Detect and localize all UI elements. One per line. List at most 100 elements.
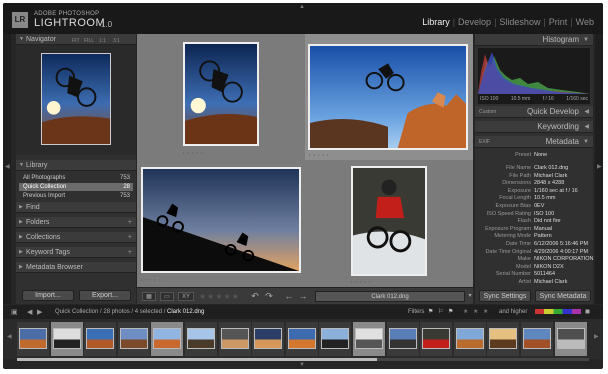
top-panel-toggle-icon[interactable]: ▲ <box>299 4 305 10</box>
compare-view-icon[interactable]: XY <box>178 292 194 301</box>
find-header[interactable]: ▶ Find <box>16 202 136 213</box>
filmstrip-cell[interactable] <box>84 322 117 356</box>
filmstrip-thumbnail[interactable] <box>119 328 148 349</box>
left-collapse-icon[interactable]: ◀ <box>5 164 10 170</box>
filmstrip-thumbnail[interactable] <box>19 328 47 349</box>
rating-dots-icon[interactable]: • • • • • <box>309 152 329 157</box>
filmstrip-thumbnail[interactable] <box>220 328 249 349</box>
grid-thumbnail[interactable] <box>141 167 301 273</box>
histogram-header[interactable]: Histogram ▼ <box>475 34 593 46</box>
library-item-quick-collection[interactable]: Quick Collection 28 <box>19 183 133 191</box>
previous-photo-icon[interactable]: ← <box>283 292 295 301</box>
library-header[interactable]: ▼ Library <box>16 160 136 171</box>
filmstrip-thumbnail[interactable] <box>523 328 551 349</box>
quick-develop-preset[interactable]: Custom <box>479 106 496 118</box>
filmstrip-thumbnail[interactable] <box>422 328 451 349</box>
filmstrip-thumbnail[interactable] <box>254 328 283 349</box>
filmstrip-cell[interactable] <box>252 322 285 356</box>
filmstrip-cell-selected[interactable] <box>151 322 184 356</box>
loupe-view-icon[interactable]: ▭ <box>160 292 174 301</box>
rating-stars[interactable]: ★★★★★ <box>199 292 240 301</box>
module-web[interactable]: Web <box>573 17 597 27</box>
rating-dots-icon[interactable]: • • • • • <box>351 279 371 284</box>
filmstrip-cell[interactable] <box>185 322 217 356</box>
filmstrip-thumbnail[interactable] <box>287 328 316 349</box>
filmstrip-thumbnail[interactable] <box>153 328 182 349</box>
flag-filter-icon[interactable]: ⚑ <box>428 308 433 315</box>
filmstrip-cell[interactable] <box>285 322 318 356</box>
filmstrip-thumbnail[interactable] <box>52 328 81 349</box>
filmstrip-cell[interactable] <box>386 322 419 356</box>
filmstrip-cell-selected[interactable] <box>50 322 83 356</box>
filmstrip-cell[interactable] <box>17 322 49 356</box>
navigator-preview[interactable] <box>16 45 136 155</box>
filmstrip-thumbnail[interactable] <box>556 328 585 349</box>
metadata-value[interactable]: None <box>534 151 547 159</box>
next-photo-icon[interactable]: → <box>297 292 309 301</box>
filmstrip-cell-selected[interactable] <box>353 322 385 356</box>
keyword-tags-header[interactable]: ▶ Keyword Tags + <box>16 247 136 258</box>
filmstrip-cell[interactable] <box>420 322 453 356</box>
star-filter-icon[interactable]: ★ <box>473 308 478 315</box>
filmstrip-cell[interactable] <box>218 322 251 356</box>
rejected-filter-icon[interactable]: ⚑ <box>448 308 453 315</box>
star-filter-icon[interactable]: ★ <box>463 308 468 315</box>
filmstrip-cell[interactable] <box>453 322 486 356</box>
filmstrip-thumbnail[interactable] <box>388 328 417 349</box>
sync-settings-button[interactable]: Sync Settings <box>479 290 531 302</box>
import-button[interactable]: Import... <box>22 290 74 301</box>
keywording-header[interactable]: Keywording ◀ <box>475 121 593 133</box>
bottom-panel-toggle-icon[interactable]: ▼ <box>299 362 305 368</box>
filmstrip-thumbnail[interactable] <box>355 328 383 349</box>
color-label-filter[interactable] <box>535 309 581 314</box>
filmstrip-scrollbar[interactable] <box>17 358 589 361</box>
filmstrip-thumbnail[interactable] <box>321 328 350 349</box>
filmstrip-thumbnail[interactable] <box>455 328 484 349</box>
metadata-header[interactable]: EXIF Metadata ▼ <box>475 136 593 148</box>
add-keyword-icon[interactable]: + <box>128 247 132 258</box>
secondary-window-icon[interactable]: ▣ <box>11 308 18 316</box>
rating-dots-icon[interactable]: • • • • • <box>183 150 203 155</box>
filmstrip-cell-selected[interactable] <box>554 322 587 356</box>
unflagged-filter-icon[interactable]: ⚐ <box>438 308 443 315</box>
back-icon[interactable]: ◀ <box>27 308 32 316</box>
grid-thumbnail[interactable] <box>183 42 259 146</box>
left-panel-toggle-strip[interactable]: ◀ <box>3 34 11 304</box>
folders-header[interactable]: ▶ Folders + <box>16 217 136 228</box>
toolbar-options-chevron-down-icon[interactable]: ▾ <box>467 292 473 301</box>
add-folder-icon[interactable]: + <box>128 217 132 228</box>
rotate-right-icon[interactable]: ↷ <box>263 292 275 301</box>
module-slideshow[interactable]: Slideshow <box>496 17 543 27</box>
quick-develop-header[interactable]: Custom Quick Develop ◀ <box>475 106 593 118</box>
add-collection-icon[interactable]: + <box>128 232 132 243</box>
and-higher-label[interactable]: and higher <box>499 309 527 315</box>
filmstrip-cell[interactable] <box>117 322 150 356</box>
rating-dots-icon[interactable]: • • • • • <box>141 277 161 282</box>
library-item-previous-import[interactable]: Previous Import 753 <box>19 192 133 200</box>
grid-cell-selected[interactable]: • • • • • <box>305 34 473 160</box>
filmstrip-cell[interactable] <box>319 322 352 356</box>
filter-lock-icon[interactable]: ◼ <box>585 308 590 315</box>
right-panel-toggle-strip[interactable]: ▶ <box>595 34 603 304</box>
grid-thumbnail[interactable] <box>351 166 427 276</box>
grid-cell[interactable]: • • • • • <box>137 160 305 287</box>
library-item-all-photographs[interactable]: All Photographs 753 <box>19 174 133 182</box>
filmstrip-thumbnail[interactable] <box>187 328 215 349</box>
module-library[interactable]: Library <box>419 17 453 27</box>
filmstrip-left-icon[interactable]: ◀ <box>7 334 12 340</box>
filmstrip-cell[interactable] <box>521 322 553 356</box>
collections-header[interactable]: ▶ Collections + <box>16 232 136 243</box>
grid-view-icon[interactable]: ▦ <box>142 292 156 301</box>
grid-cell[interactable]: • • • • • <box>305 160 473 287</box>
navigator-header[interactable]: ▼ Navigator FIT FILL 1:1 3:1 <box>16 34 136 45</box>
module-develop[interactable]: Develop <box>455 17 494 27</box>
metadata-value[interactable]: Michael Clark <box>534 278 567 286</box>
metadata-row[interactable]: Artist Michael Clark <box>477 278 591 286</box>
filmstrip-scroll-thumb[interactable] <box>17 358 377 361</box>
right-collapse-icon[interactable]: ▶ <box>597 164 602 170</box>
sync-metadata-button[interactable]: Sync Metadata <box>535 290 591 302</box>
metadata-browser-header[interactable]: ▶ Metadata Browser <box>16 262 136 273</box>
grid-thumbnail[interactable] <box>308 44 468 150</box>
star-filter-icon[interactable]: ★ <box>483 308 488 315</box>
metadata-view-select[interactable]: EXIF <box>479 136 490 148</box>
